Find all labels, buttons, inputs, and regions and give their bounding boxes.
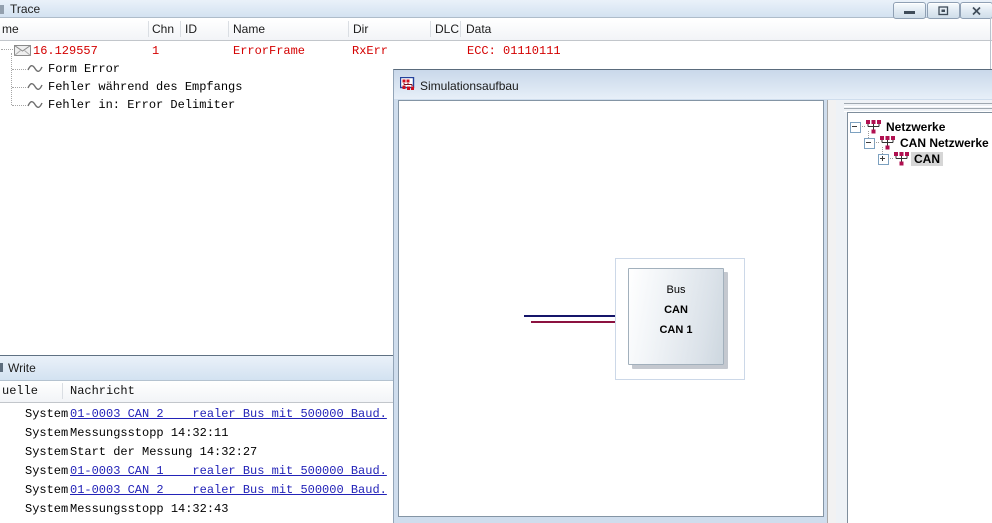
simulation-canvas[interactable]: Bus CAN CAN 1 xyxy=(398,100,824,517)
write-row[interactable]: System 01-0003 CAN 2 realer Bus mit 50000… xyxy=(0,404,400,423)
write-message-link[interactable]: 01-0003 CAN 2 realer Bus mit 500000 Baud… xyxy=(70,483,387,497)
network-pane: Netzwerke CAN Netzwerke CAN xyxy=(836,100,992,523)
network-icon xyxy=(894,152,909,166)
column-separator[interactable] xyxy=(348,21,349,37)
error-data: ECC: 01110111 xyxy=(467,44,561,58)
tree-item-can-netzwerke[interactable]: CAN Netzwerke xyxy=(848,135,992,151)
simulation-setup-window: Simulationsaufbau Bus CAN CAN 1 Netzwerk… xyxy=(393,69,992,523)
error-detail-icon xyxy=(27,82,43,91)
can-bus-block[interactable]: Bus CAN CAN 1 xyxy=(628,268,724,365)
bus-name-label: CAN xyxy=(664,304,688,316)
write-message-link[interactable]: 01-0003 CAN 2 realer Bus mit 500000 Baud… xyxy=(70,407,387,421)
trace-column-header[interactable]: me Chn ID Name Dir DLC Data xyxy=(0,19,992,41)
write-message: Messungsstopp 14:32:43 xyxy=(70,502,229,516)
error-detail-icon xyxy=(27,100,43,109)
trace-column-chn[interactable]: Chn xyxy=(152,22,174,36)
write-source: System xyxy=(25,502,69,516)
column-separator[interactable] xyxy=(180,21,181,37)
simulation-setup-title: Simulationsaufbau xyxy=(420,79,519,93)
trace-column-id[interactable]: ID xyxy=(185,22,197,36)
error-name: ErrorFrame xyxy=(233,44,306,58)
write-message: Messungsstopp 14:32:11 xyxy=(70,426,229,440)
tree-label[interactable]: CAN xyxy=(911,152,943,166)
close-icon xyxy=(972,6,981,15)
write-column-source[interactable]: uelle xyxy=(2,384,38,398)
tree-item-can[interactable]: CAN xyxy=(848,151,992,167)
can-bus-wire-high[interactable] xyxy=(524,315,615,317)
write-message-link[interactable]: 01-0003 CAN 1 realer Bus mit 500000 Baud… xyxy=(70,464,387,478)
column-separator[interactable] xyxy=(148,21,149,37)
write-message: Start der Messung 14:32:27 xyxy=(70,445,258,459)
maximize-button[interactable] xyxy=(927,2,960,19)
write-row[interactable]: System 01-0003 CAN 1 realer Bus mit 50000… xyxy=(0,461,400,480)
maximize-icon xyxy=(938,5,949,15)
column-separator[interactable] xyxy=(430,21,431,37)
trace-detail-text: Fehler in: Error Delimiter xyxy=(48,98,236,112)
write-source: System xyxy=(25,407,69,421)
column-separator[interactable] xyxy=(62,383,63,399)
bus-channel-label: CAN 1 xyxy=(659,324,693,336)
error-channel: 1 xyxy=(152,44,160,58)
close-button[interactable] xyxy=(960,2,992,19)
simulation-setup-titlebar[interactable]: Simulationsaufbau xyxy=(394,70,992,99)
trace-window-icon xyxy=(0,5,4,14)
canoe-desktop: { "trace": { "title": "Trace", "columns"… xyxy=(0,0,992,523)
write-source: System xyxy=(25,483,69,497)
pane-grip[interactable] xyxy=(844,103,992,107)
write-row[interactable]: System Messungsstopp 14:32:43 xyxy=(0,499,400,518)
write-column-header[interactable]: uelle Nachricht xyxy=(0,381,400,403)
trace-detail-text: Form Error xyxy=(48,62,121,76)
simulation-setup-icon xyxy=(400,77,415,90)
write-source: System xyxy=(25,426,69,440)
can-bus-wire-low[interactable] xyxy=(531,321,615,323)
column-separator[interactable] xyxy=(228,21,229,37)
write-titlebar[interactable]: Write xyxy=(0,356,400,381)
write-window: Write uelle Nachricht System 01-0003 CAN … xyxy=(0,355,400,523)
error-direction: RxErr xyxy=(352,44,389,58)
column-separator[interactable] xyxy=(460,21,461,37)
minimize-icon xyxy=(903,11,915,14)
write-source: System xyxy=(25,464,69,478)
error-detail-icon xyxy=(27,64,43,73)
write-window-title: Write xyxy=(8,361,36,375)
trace-column-data[interactable]: Data xyxy=(466,22,491,36)
trace-column-name[interactable]: Name xyxy=(233,22,265,36)
trace-column-me[interactable]: me xyxy=(2,22,19,36)
trace-detail-text: Fehler während des Empfangs xyxy=(48,80,243,94)
trace-titlebar[interactable]: Trace xyxy=(0,0,992,19)
minimize-button[interactable] xyxy=(893,2,926,19)
write-column-message[interactable]: Nachricht xyxy=(70,384,135,398)
network-tree: Netzwerke CAN Netzwerke CAN xyxy=(847,112,992,523)
tree-label[interactable]: Netzwerke xyxy=(883,120,948,134)
trace-column-dlc[interactable]: DLC xyxy=(435,22,459,36)
bus-type-label: Bus xyxy=(666,284,686,296)
write-source: System xyxy=(25,445,69,459)
write-row[interactable]: System 01-0003 CAN 2 realer Bus mit 50000… xyxy=(0,480,400,499)
trace-window-title: Trace xyxy=(10,2,41,16)
write-row[interactable]: System Start der Messung 14:32:27 xyxy=(0,442,400,461)
trace-error-row[interactable]: 16.129557 1 ErrorFrame RxErr ECC: 011101… xyxy=(0,42,992,60)
tree-label[interactable]: CAN Netzwerke xyxy=(897,136,992,150)
error-time: 16.129557 xyxy=(33,44,98,58)
write-row[interactable]: System Messungsstopp 14:32:11 xyxy=(0,423,400,442)
write-window-icon xyxy=(0,363,3,372)
trace-column-dir[interactable]: Dir xyxy=(353,22,368,36)
error-frame-icon xyxy=(14,45,31,56)
